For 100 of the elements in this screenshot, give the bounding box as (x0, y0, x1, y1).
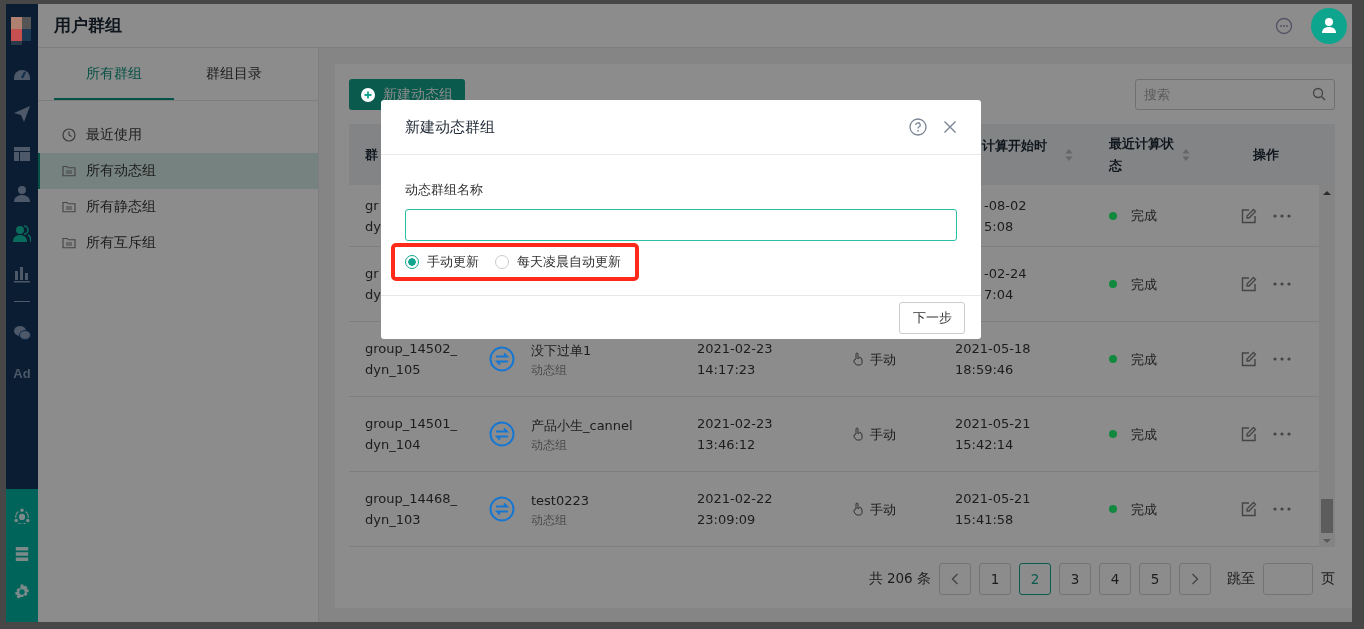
swap-circle-icon (489, 421, 515, 447)
settings-icon[interactable] (13, 584, 31, 600)
page-button[interactable]: 4 (1099, 563, 1131, 595)
edit-icon[interactable] (1241, 207, 1257, 224)
status-cell-text: 完成 (1131, 500, 1157, 519)
bar-chart-icon[interactable] (13, 265, 31, 283)
next-page-button[interactable] (1179, 563, 1211, 595)
nav-label: 所有动态组 (86, 162, 156, 180)
close-icon[interactable] (943, 120, 957, 134)
more-icon[interactable] (1273, 432, 1291, 436)
page-button[interactable]: 3 (1059, 563, 1091, 595)
column-header: 操作 (1253, 145, 1279, 164)
field-label: 动态群组名称 (405, 181, 484, 199)
last-calc-time-cell-text: -08-02 5:08 (984, 196, 1027, 236)
edit-icon[interactable] (1241, 351, 1257, 367)
scrollbar[interactable] (1319, 185, 1335, 547)
nav-label: 最近使用 (86, 126, 142, 144)
swap-circle-icon (489, 496, 515, 522)
chevron-left-icon (951, 573, 959, 585)
clock-icon (62, 128, 76, 142)
edit-icon[interactable] (1241, 501, 1257, 517)
paper-plane-icon[interactable] (13, 105, 31, 123)
group-name[interactable]: test0223 (531, 489, 590, 511)
nav-label: 所有静态组 (86, 198, 156, 216)
chevron-right-icon (1191, 573, 1199, 585)
radio-option[interactable]: 每天凌晨自动更新 (495, 253, 621, 271)
nav-item[interactable]: 所有动态组 (38, 153, 318, 189)
jump-label: 跳至 (1227, 570, 1255, 588)
nav-item[interactable]: 所有互斥组 (38, 225, 318, 261)
group-id-cell-text: group_14468_ dyn_103 (365, 490, 458, 529)
swap-circle-icon (489, 346, 515, 372)
chat-bubbles-icon[interactable] (13, 324, 31, 342)
more-icon[interactable] (1273, 357, 1291, 361)
update-mode-cell-text: 手动 (870, 350, 896, 369)
logo-icon (11, 17, 33, 45)
tab[interactable]: 所有群组 (54, 48, 174, 100)
plus-circle-icon (361, 87, 375, 102)
chat-icon[interactable] (1275, 16, 1293, 35)
update-mode-cell-text: 手动 (870, 500, 896, 519)
hand-pointer-icon (852, 502, 864, 516)
page-button[interactable]: 5 (1139, 563, 1171, 595)
group-type: 动态组 (531, 436, 568, 454)
page-button[interactable]: 1 (979, 563, 1011, 595)
status-cell-text: 完成 (1131, 275, 1157, 294)
sort-icon[interactable] (1065, 147, 1073, 162)
group-name-field[interactable] (405, 209, 957, 241)
layout-icon[interactable] (13, 145, 31, 163)
group-name[interactable]: 产品小生_cannel (531, 414, 633, 436)
page-suffix: 页 (1321, 570, 1335, 588)
nav-item[interactable]: 最近使用 (38, 117, 318, 153)
group-id-cell-text: group_14502_ dyn_105 (365, 340, 458, 379)
folder-icon (62, 164, 76, 178)
last-calc-time-cell-text: -02-24 7:04 (984, 265, 1027, 304)
search-icon[interactable] (1312, 87, 1326, 101)
column-header: 计算开始时 (982, 137, 1047, 155)
group-id-cell-text: group_14501_ dyn_104 (365, 415, 458, 454)
nav-item[interactable]: 所有静态组 (38, 189, 318, 225)
server-icon[interactable] (13, 546, 31, 562)
user-icon[interactable] (13, 185, 31, 203)
status-cell-text: 完成 (1131, 425, 1157, 444)
column-header: 最近计算状态 (1109, 134, 1174, 175)
group-id-cell-text: gr dy (365, 265, 381, 304)
group-id-cell-text: gr dy (365, 196, 381, 236)
status-cell-text: 完成 (1131, 207, 1157, 225)
group-name[interactable]: 没下过单1 (531, 339, 592, 361)
folder-icon (62, 236, 76, 250)
created-time-cell-text: 2021-02-23 14:17:23 (697, 340, 773, 379)
total-count: 共 206 条 (868, 570, 931, 588)
prev-page-button[interactable] (939, 563, 971, 595)
last-calc-time-cell-text: 2021-05-18 18:59:46 (955, 340, 1031, 379)
sort-icon[interactable] (1182, 147, 1190, 162)
next-step-button[interactable]: 下一步 (899, 301, 965, 334)
created-time-cell-text: 2021-02-22 23:09:09 (697, 490, 773, 529)
last-calc-time-cell-text: 2021-05-21 15:42:14 (955, 415, 1031, 454)
edit-icon[interactable] (1241, 426, 1257, 442)
update-mode-cell-text: 手动 (870, 425, 896, 444)
status-cell-text: 完成 (1131, 350, 1157, 369)
help-icon[interactable] (909, 118, 927, 136)
radio-button[interactable] (405, 255, 419, 269)
tab[interactable]: 群组目录 (174, 48, 294, 100)
more-icon[interactable] (1273, 282, 1291, 286)
users-icon[interactable] (13, 225, 31, 243)
nav-label: 所有互斥组 (86, 234, 156, 252)
radio-label: 每天凌晨自动更新 (517, 253, 621, 271)
more-icon[interactable] (1273, 213, 1291, 218)
last-calc-time-cell-text: 2021-05-21 15:41:58 (955, 490, 1031, 529)
edit-icon[interactable] (1241, 276, 1257, 292)
network-icon[interactable] (13, 508, 31, 524)
page-title: 用户群组 (54, 14, 123, 37)
avatar[interactable] (1311, 7, 1347, 44)
created-time-cell-text: 2021-02-23 13:46:12 (697, 415, 773, 454)
column-header: 群 (365, 145, 378, 164)
group-type: 动态组 (531, 511, 568, 529)
group-type: 动态组 (531, 361, 568, 379)
hand-pointer-icon (852, 352, 864, 366)
more-icon[interactable] (1273, 507, 1291, 511)
dialog-title: 新建动态群组 (405, 117, 496, 137)
hand-pointer-icon (852, 427, 864, 441)
page-input[interactable] (1263, 563, 1313, 595)
radio-option[interactable]: 手动更新 (405, 253, 479, 271)
